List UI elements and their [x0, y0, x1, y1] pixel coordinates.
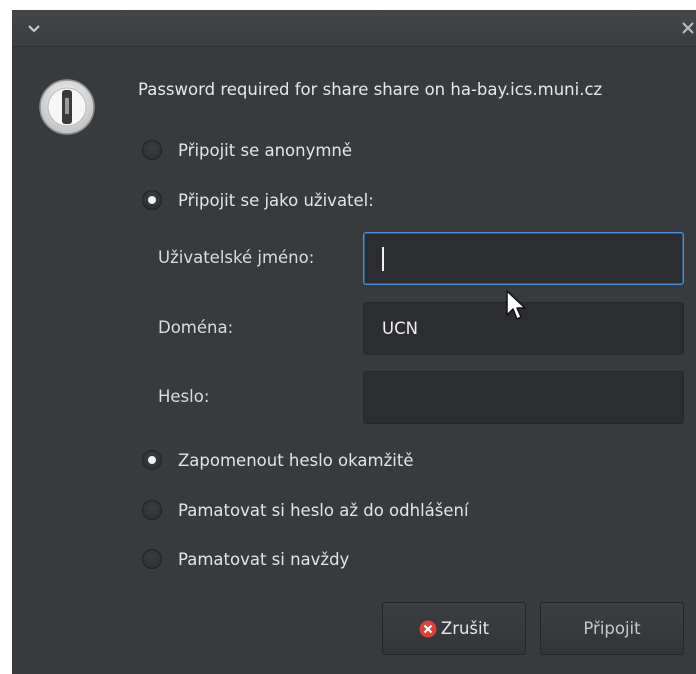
radio-label: Připojit se anonymně [178, 140, 353, 160]
radio-forget-immediately[interactable]: Zapomenout heslo okamžitě [142, 448, 413, 472]
radio-label: Pamatovat si heslo až do odhlášení [178, 500, 469, 520]
radio-connect-anonymous[interactable]: Připojit se anonymně [142, 138, 352, 162]
radio-remember-forever[interactable]: Pamatovat si navždy [142, 547, 349, 571]
cancel-label: Zrušit [440, 619, 490, 638]
connect-label: Připojit [583, 619, 641, 638]
connect-button[interactable]: Připojit [540, 602, 684, 655]
radio-button[interactable] [142, 140, 162, 160]
text-caret [382, 246, 384, 271]
cancel-icon [419, 620, 437, 638]
radio-label: Pamatovat si navždy [178, 549, 350, 569]
username-label: Uživatelské jméno: [158, 248, 315, 267]
key-icon [38, 78, 96, 136]
mouse-pointer-icon [506, 290, 528, 324]
radio-button[interactable] [142, 190, 162, 210]
close-icon[interactable] [680, 20, 696, 36]
radio-connect-as-user[interactable]: Připojit se jako uživatel: [142, 188, 374, 212]
domain-label: Doména: [158, 318, 234, 337]
titlebar [12, 10, 696, 47]
radio-button[interactable] [142, 549, 162, 569]
radio-button[interactable] [142, 500, 162, 520]
radio-button[interactable] [142, 450, 162, 470]
domain-value: UCN [382, 319, 418, 338]
password-label: Heslo: [158, 387, 210, 406]
dialog-message: Password required for share share on ha-… [138, 80, 603, 99]
password-input[interactable] [363, 371, 684, 424]
radio-label: Připojit se jako uživatel: [178, 190, 374, 210]
chevron-down-icon[interactable] [26, 20, 42, 36]
radio-label: Zapomenout heslo okamžitě [178, 450, 414, 470]
password-dialog: Password required for share share on ha-… [12, 10, 696, 674]
cancel-button[interactable]: Zrušit [382, 602, 526, 655]
username-input[interactable] [363, 232, 684, 285]
radio-remember-until-logout[interactable]: Pamatovat si heslo až do odhlášení [142, 498, 469, 522]
